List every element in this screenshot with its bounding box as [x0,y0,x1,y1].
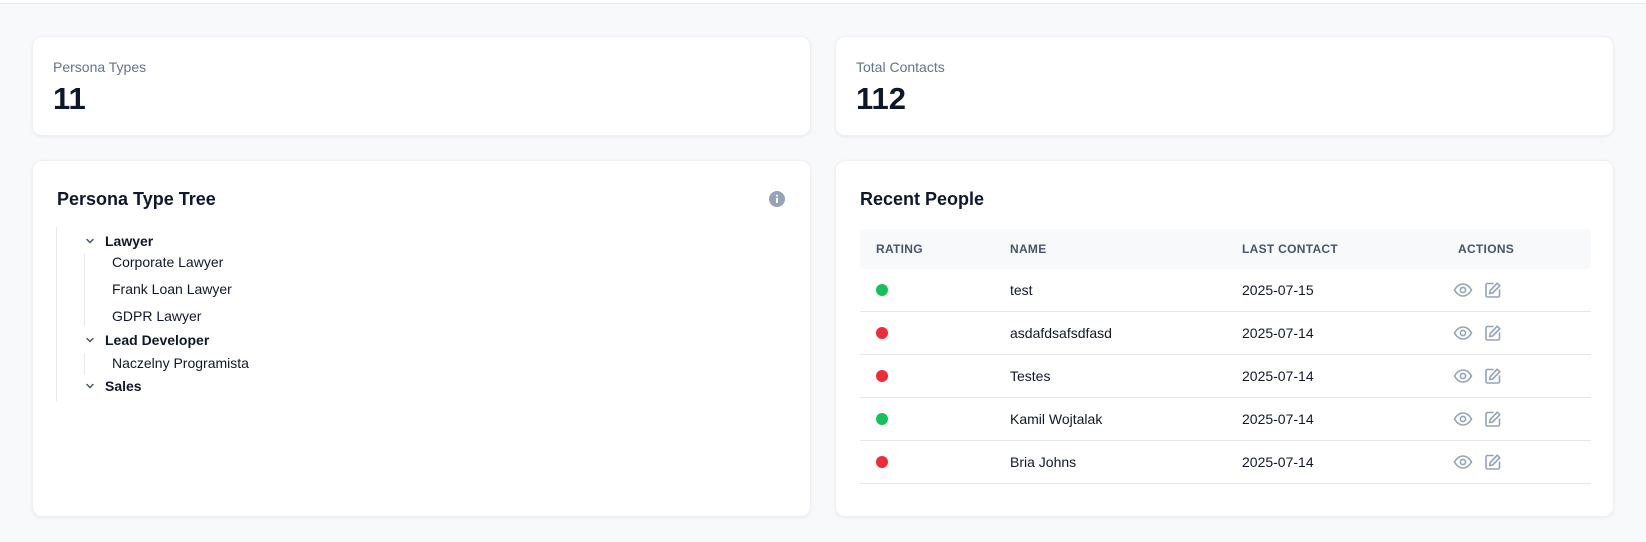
table-row[interactable]: Bria Johns 2025-07-14 [860,441,1591,484]
tree-node-lawyer[interactable]: Lawyer [57,230,153,252]
total-contacts-value: 112 [856,81,907,116]
column-header-actions: ACTIONS [1458,242,1515,256]
person-name: Testes [1010,368,1051,384]
chevron-down-icon[interactable] [83,379,97,393]
column-header-rating[interactable]: RATING [876,229,923,269]
edit-icon[interactable] [1484,367,1502,385]
tree-title: Persona Type Tree [57,189,216,209]
tree-children-lawyer: Corporate Lawyer Frank Loan Lawyer GDPR … [84,254,232,326]
table-row[interactable]: asdafdsafsdfasd 2025-07-14 [860,312,1591,355]
last-contact-date: 2025-07-14 [1242,411,1314,427]
rating-dot [876,456,888,468]
tree-leaf-gdpr-lawyer[interactable]: GDPR Lawyer [112,306,201,326]
person-name: Bria Johns [1010,454,1077,470]
edit-icon[interactable] [1484,410,1502,428]
chevron-down-icon[interactable] [83,333,97,347]
persona-types-label: Persona Types [53,59,147,75]
rating-dot [876,413,888,425]
persona-types-card: Persona Types 11 [32,36,811,136]
tree-leaf-corporate-lawyer[interactable]: Corporate Lawyer [112,252,223,272]
tree-node-lead-developer[interactable]: Lead Developer [57,329,209,351]
eye-icon[interactable] [1453,410,1473,428]
info-icon[interactable] [769,191,785,207]
tree-node-label: Lead Developer [105,332,210,348]
last-contact-date: 2025-07-14 [1242,368,1314,384]
last-contact-date: 2025-07-15 [1242,282,1314,298]
person-name: asdafdsafsdfasd [1010,325,1112,341]
persona-types-value: 11 [53,81,86,116]
edit-icon[interactable] [1484,281,1502,299]
tree-leaf-naczelny-programista[interactable]: Naczelny Programista [112,353,249,373]
tree-children-lead-developer: Naczelny Programista [84,353,249,375]
eye-icon[interactable] [1453,281,1473,299]
tree-node-label: Lawyer [105,233,154,249]
eye-icon[interactable] [1453,453,1473,471]
eye-icon[interactable] [1453,324,1473,342]
rating-dot [876,284,888,296]
last-contact-date: 2025-07-14 [1242,454,1314,470]
last-contact-date: 2025-07-14 [1242,325,1314,341]
rating-dot [876,327,888,339]
total-contacts-card: Total Contacts 112 [835,36,1614,136]
recent-people-card: Recent People RATING NAME LAST CONTACT A… [835,160,1614,517]
tree-node-sales[interactable]: Sales [57,375,142,397]
recent-people-title: Recent People [860,189,985,209]
tree-leaf-frank-loan-lawyer[interactable]: Frank Loan Lawyer [112,279,232,299]
chevron-down-icon[interactable] [83,234,97,248]
column-header-name[interactable]: NAME [1010,229,1047,269]
eye-icon[interactable] [1453,367,1473,385]
person-name: Kamil Wojtalak [1010,411,1103,427]
persona-tree: Lawyer Corporate Lawyer Frank Loan Lawye… [56,227,756,401]
top-bar [0,0,1646,4]
tree-node-label: Sales [105,378,142,394]
total-contacts-label: Total Contacts [856,59,945,75]
column-header-last-contact[interactable]: LAST CONTACT [1242,229,1338,269]
edit-icon[interactable] [1484,453,1502,471]
table-row[interactable]: test 2025-07-15 [860,269,1591,312]
table-row[interactable]: Testes 2025-07-14 [860,355,1591,398]
person-name: test [1010,282,1033,298]
edit-icon[interactable] [1484,324,1502,342]
rating-dot [876,370,888,382]
table-header: RATING NAME LAST CONTACT ACTIONS [860,229,1591,269]
persona-type-tree-card: Persona Type Tree Lawyer Corporate Lawye… [32,160,811,517]
table-row[interactable]: Kamil Wojtalak 2025-07-14 [860,398,1591,441]
